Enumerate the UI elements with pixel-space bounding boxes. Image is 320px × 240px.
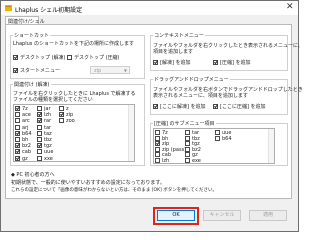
association-item-label: xxe xyxy=(44,155,53,162)
shortcut-description: Lhaplus のショートカットを下記の場所に作成します xyxy=(13,41,134,47)
shortcut-desktop-compress-checkbox[interactable] xyxy=(67,55,72,60)
association-item-label: b64 xyxy=(22,130,32,137)
association-item-label: ace xyxy=(22,112,31,119)
compress-submenu-item-checkbox[interactable] xyxy=(155,146,160,152)
association-item-label: tbz xyxy=(44,137,52,143)
association-item-label: tgz xyxy=(44,143,52,150)
compress-submenu-group-title: [圧縮] のサブメニュー項目 xyxy=(153,120,216,127)
association-item-label: bh xyxy=(22,137,29,143)
context-extract-label: [解凍] を追加 xyxy=(160,60,191,66)
context-menu-description-line2: 項目を追加します xyxy=(153,49,194,55)
association-item-label: rar xyxy=(44,118,52,125)
drag-drop-description-line2: 表示されるメニューに、項目を追加します xyxy=(153,93,248,99)
association-item-checkbox[interactable] xyxy=(37,137,42,142)
association-item-checkbox[interactable] xyxy=(37,118,42,124)
notes-line2: これらの設定について「画像の意味がわからないとい方は、そのまま [OK] ボタン… xyxy=(11,188,217,193)
context-compress-checkbox[interactable] xyxy=(213,60,218,65)
association-item-checkbox[interactable] xyxy=(15,155,20,161)
shortcut-desktop-extract-checkbox[interactable] xyxy=(13,55,18,60)
compress-submenu-item-checkbox[interactable] xyxy=(185,135,190,141)
compress-submenu-item-checkbox[interactable] xyxy=(185,157,190,163)
association-item-checkbox[interactable] xyxy=(37,124,42,130)
association-item-checkbox[interactable] xyxy=(37,155,42,161)
association-item-label: cab xyxy=(22,149,31,156)
window-title: Lhaplus シェル初期設定 xyxy=(15,7,83,14)
association-item-checkbox[interactable] xyxy=(15,124,20,130)
association-item-checkbox[interactable] xyxy=(15,143,20,149)
association-item-checkbox[interactable] xyxy=(15,137,20,142)
association-description-line2: ファイルの種類を選択してください xyxy=(13,97,93,103)
compress-submenu-item-checkbox[interactable] xyxy=(215,135,220,141)
association-item-label: lzh xyxy=(44,112,52,119)
context-menu-group-title: コンテキストメニュー xyxy=(153,32,205,39)
drag-compress-here-checkbox[interactable] xyxy=(213,104,218,109)
association-item-checkbox[interactable] xyxy=(15,112,20,118)
shortcut-startmenu-checkbox[interactable] xyxy=(13,68,18,73)
association-item-checkbox[interactable] xyxy=(59,118,64,124)
compress-submenu-item-checkbox[interactable] xyxy=(155,130,160,135)
compress-submenu-item-checkbox[interactable] xyxy=(185,130,190,135)
association-item-label: uue xyxy=(44,149,54,156)
compress-submenu-item-checkbox[interactable] xyxy=(185,152,190,157)
compress-submenu-item-checkbox[interactable] xyxy=(185,141,190,146)
association-item-checkbox[interactable] xyxy=(37,149,42,155)
association-item-checkbox[interactable] xyxy=(59,112,64,118)
association-item-checkbox[interactable] xyxy=(15,130,20,136)
context-compress-label: [圧縮] を追加 xyxy=(220,60,251,66)
drag-extract-here-label: [ここに解凍] を追加 xyxy=(160,104,206,110)
association-item-checkbox[interactable] xyxy=(37,130,42,136)
compress-submenu-item-checkbox[interactable] xyxy=(155,135,160,141)
association-item-label: z xyxy=(66,106,69,112)
association-item-label: arc xyxy=(22,118,30,125)
close-icon[interactable]: ✕ xyxy=(286,3,294,12)
compress-submenu-item-checkbox[interactable] xyxy=(155,157,160,163)
compress-submenu-item-label: exe xyxy=(192,157,201,164)
compress-submenu-item-label: b64 xyxy=(222,135,232,142)
association-item-label: 7z xyxy=(22,106,28,112)
compress-submenu-scrollbar[interactable] xyxy=(268,129,274,163)
association-item-label: zip xyxy=(66,112,74,119)
drag-drop-group-title: ドラッグアンドドロップメニュー xyxy=(153,76,230,83)
association-item-checkbox[interactable] xyxy=(15,149,20,155)
compress-submenu-item-checkbox[interactable] xyxy=(155,152,160,157)
ok-button[interactable]: OK xyxy=(157,210,195,221)
compress-submenu-item-label: lzh xyxy=(162,157,170,164)
association-item-checkbox[interactable] xyxy=(37,143,42,149)
notes-heading: ◆ PC 初心者の方へ xyxy=(11,172,55,178)
association-item-checkbox[interactable] xyxy=(37,106,42,111)
chevron-down-icon: ▼ xyxy=(123,68,127,73)
association-item-label: gz xyxy=(22,155,28,162)
shortcut-desktop-compress-label: デスクトップ (圧縮) xyxy=(74,55,120,61)
association-item-label: arj xyxy=(22,124,29,131)
drag-extract-here-checkbox[interactable] xyxy=(153,104,158,109)
association-item-checkbox[interactable] xyxy=(59,106,64,111)
association-item-label: zoo xyxy=(66,118,75,125)
association-item-checkbox[interactable] xyxy=(15,118,20,124)
apply-button[interactable]: 適用 xyxy=(249,210,287,221)
dropdown-value: zip xyxy=(94,68,102,74)
association-item-checkbox[interactable] xyxy=(37,112,42,118)
drag-compress-here-label: [ここに圧縮] を追加 xyxy=(220,104,266,110)
shortcut-startmenu-label: スタートメニュー xyxy=(20,68,61,74)
compress-submenu-item-checkbox[interactable] xyxy=(185,146,190,152)
compress-format-dropdown[interactable]: zip ▼ xyxy=(90,66,130,74)
association-item-label: taz xyxy=(44,130,52,137)
notes-line1: 初期状態で、一般的に使いやすいおすすめの設定になっております。 xyxy=(11,180,165,186)
compress-submenu-item-checkbox[interactable] xyxy=(215,130,220,135)
compress-submenu-item-checkbox[interactable] xyxy=(155,141,160,146)
association-scrollbar[interactable] xyxy=(128,105,134,161)
association-item-label: bz2 xyxy=(22,143,31,150)
association-group-title: 関連付け (解凍) xyxy=(13,81,51,88)
context-extract-checkbox[interactable] xyxy=(153,60,158,65)
title-bar[interactable]: Lhaplus シェル初期設定 ✕ xyxy=(1,1,298,15)
association-item-checkbox[interactable] xyxy=(15,106,20,111)
app-icon xyxy=(5,5,12,11)
shortcut-desktop-extract-label: デスクトップ (解凍) xyxy=(20,55,66,61)
shortcut-group-title: ショートカット xyxy=(13,32,51,39)
association-item-label: jar xyxy=(44,106,51,112)
association-item-label: tar xyxy=(44,124,52,131)
cancel-button[interactable]: キャンセル xyxy=(203,210,241,221)
